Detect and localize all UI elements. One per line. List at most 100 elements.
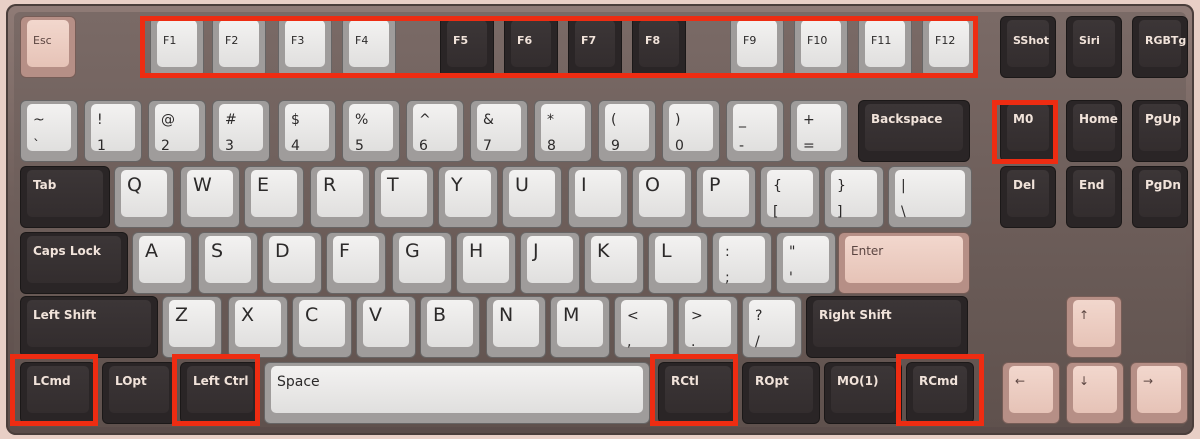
key-end[interactable]: End bbox=[1066, 166, 1122, 228]
key-backspace[interactable]: Backspace bbox=[858, 100, 970, 162]
key-label: # bbox=[225, 112, 237, 128]
key-sym-9[interactable]: (9 bbox=[598, 100, 656, 162]
key-sym-1[interactable]: ! 1 bbox=[84, 100, 142, 162]
key-c[interactable]: C bbox=[292, 296, 352, 358]
key-enter[interactable]: Enter bbox=[838, 232, 970, 294]
key-f3[interactable]: F3 bbox=[278, 16, 332, 78]
key-pgdn[interactable]: PgDn bbox=[1132, 166, 1188, 228]
key-y[interactable]: Y bbox=[438, 166, 498, 228]
key-s[interactable]: S bbox=[198, 232, 258, 294]
key-left-shift[interactable]: Left Shift bbox=[20, 296, 158, 358]
key-sym-3[interactable]: #3 bbox=[212, 100, 270, 162]
keycap-surface: I bbox=[575, 170, 621, 217]
key-caps-lock[interactable]: Caps Lock bbox=[20, 232, 128, 294]
key-d[interactable]: D bbox=[262, 232, 322, 294]
key-l[interactable]: L bbox=[648, 232, 708, 294]
key-sym-0[interactable]: ~ ` bbox=[20, 100, 78, 162]
key-e[interactable]: E bbox=[244, 166, 304, 228]
key-sym-8[interactable]: <, bbox=[614, 296, 674, 358]
key-sym-10[interactable]: ? / bbox=[742, 296, 802, 358]
key-z[interactable]: Z bbox=[162, 296, 222, 358]
key-sym-9[interactable]: ↓ bbox=[1066, 362, 1124, 424]
key-f4[interactable]: F4 bbox=[342, 16, 396, 78]
key-u[interactable]: U bbox=[502, 166, 562, 228]
key-n[interactable]: N bbox=[486, 296, 546, 358]
key-label: RCmd bbox=[919, 374, 959, 388]
key-sym-12[interactable]: }] bbox=[824, 166, 884, 228]
key-x[interactable]: X bbox=[228, 296, 288, 358]
keycap-surface: O bbox=[639, 170, 685, 217]
key-f11[interactable]: F11 bbox=[858, 16, 912, 78]
key-f6[interactable]: F6 bbox=[504, 16, 558, 78]
key-f7[interactable]: F7 bbox=[568, 16, 622, 78]
key-m[interactable]: M bbox=[550, 296, 610, 358]
key-label: C bbox=[305, 304, 319, 326]
key-rcmd[interactable]: RCmd bbox=[906, 362, 974, 424]
key-o[interactable]: O bbox=[632, 166, 692, 228]
key-g[interactable]: G bbox=[392, 232, 452, 294]
key-v[interactable]: V bbox=[356, 296, 416, 358]
key-sym-6[interactable]: ^ 6 bbox=[406, 100, 464, 162]
key-ropt[interactable]: ROpt bbox=[742, 362, 820, 424]
key-i[interactable]: I bbox=[568, 166, 628, 228]
key-t[interactable]: T bbox=[374, 166, 434, 228]
key-f5[interactable]: F5 bbox=[440, 16, 494, 78]
key-sym-5[interactable]: % 5 bbox=[342, 100, 400, 162]
key-label: F4 bbox=[355, 34, 369, 47]
key-h[interactable]: H bbox=[456, 232, 516, 294]
key-f8[interactable]: F8 bbox=[632, 16, 686, 78]
key-r[interactable]: R bbox=[310, 166, 370, 228]
key-sym-11[interactable]: " ' bbox=[776, 232, 836, 294]
key-sym-10[interactable]: → bbox=[1130, 362, 1188, 424]
key-label: P bbox=[709, 174, 721, 196]
key-del[interactable]: Del bbox=[1000, 166, 1056, 228]
key-sym-10[interactable]: ) 0 bbox=[662, 100, 720, 162]
key-lcmd[interactable]: LCmd bbox=[20, 362, 96, 424]
key-sym-4[interactable]: $4 bbox=[278, 100, 336, 162]
key-sym-2[interactable]: @2 bbox=[148, 100, 206, 162]
key-sshot[interactable]: SShot bbox=[1000, 16, 1056, 78]
key-sym-11[interactable]: {[ bbox=[760, 166, 820, 228]
key-sym-7[interactable]: & 7 bbox=[470, 100, 528, 162]
keycap-surface: B bbox=[427, 300, 473, 347]
key-rgbtg[interactable]: RGBTg bbox=[1132, 16, 1188, 78]
key-f2[interactable]: F2 bbox=[212, 16, 266, 78]
key-sym-11[interactable]: _ - bbox=[726, 100, 784, 162]
key-j[interactable]: J bbox=[520, 232, 580, 294]
key-f10[interactable]: F10 bbox=[794, 16, 848, 78]
key-f9[interactable]: F9 bbox=[730, 16, 784, 78]
key-space[interactable]: Space bbox=[264, 362, 650, 424]
key-rctl[interactable]: RCtl bbox=[658, 362, 738, 424]
key-lopt[interactable]: LOpt bbox=[102, 362, 176, 424]
keycap-surface: PgUp bbox=[1139, 104, 1181, 151]
key-q[interactable]: Q bbox=[114, 166, 174, 228]
key-mo-1[interactable]: MO(1) bbox=[824, 362, 902, 424]
key-a[interactable]: A bbox=[132, 232, 192, 294]
key-sym-12[interactable]: + = bbox=[790, 100, 848, 162]
key-k[interactable]: K bbox=[584, 232, 644, 294]
key-sym-10[interactable]: :; bbox=[712, 232, 772, 294]
key-m0[interactable]: M0 bbox=[1000, 100, 1056, 162]
key-sym-8[interactable]: * 8 bbox=[534, 100, 592, 162]
key-esc[interactable]: Esc bbox=[20, 16, 76, 78]
key-p[interactable]: P bbox=[696, 166, 756, 228]
key-label: F3 bbox=[291, 34, 305, 47]
key-sym-13[interactable]: | \ bbox=[888, 166, 972, 228]
key-b[interactable]: B bbox=[420, 296, 480, 358]
key-right-shift[interactable]: Right Shift bbox=[806, 296, 968, 358]
keycap-surface: L bbox=[655, 236, 701, 283]
key-sym-9[interactable]: >. bbox=[678, 296, 738, 358]
key-w[interactable]: W bbox=[180, 166, 240, 228]
keycap-surface: T bbox=[381, 170, 427, 217]
key-pgup[interactable]: PgUp bbox=[1132, 100, 1188, 162]
key-f[interactable]: F bbox=[326, 232, 386, 294]
key-sym-12[interactable]: ↑ bbox=[1066, 296, 1122, 358]
key-sym-8[interactable]: ← bbox=[1002, 362, 1060, 424]
keycap-surface: Backspace bbox=[865, 104, 963, 151]
key-siri[interactable]: Siri bbox=[1066, 16, 1122, 78]
key-f1[interactable]: F1 bbox=[150, 16, 204, 78]
key-home[interactable]: Home bbox=[1066, 100, 1122, 162]
key-left-ctrl[interactable]: Left Ctrl bbox=[180, 362, 260, 424]
key-f12[interactable]: F12 bbox=[922, 16, 976, 78]
key-tab[interactable]: Tab bbox=[20, 166, 110, 228]
